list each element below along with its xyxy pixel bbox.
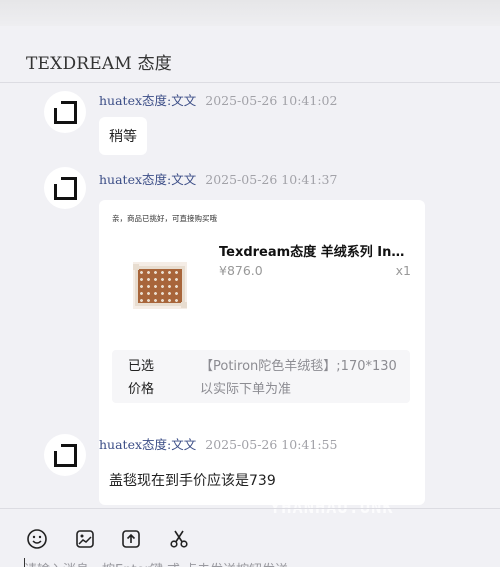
upload-button[interactable] bbox=[120, 528, 142, 550]
message-meta: huatex态度:文文 2025-05-26 10:41:55 bbox=[99, 434, 337, 453]
product-card[interactable]: 亲，商品已挑好，可直接购买哦 Texdream态度 羊绒系列 Ins... ¥8… bbox=[99, 200, 425, 505]
sender-name: huatex态度:文文 bbox=[99, 172, 197, 187]
spec-box: 已选 【Potiron陀色羊绒毯】;170*130 价格 以实际下单为准 bbox=[112, 350, 410, 403]
price-label: 价格 bbox=[128, 382, 155, 397]
message-list[interactable]: huatex态度:文文 2025-05-26 10:41:02 稍等 huatex… bbox=[0, 84, 500, 508]
spec-label: 已选 bbox=[128, 359, 155, 374]
chat-title: TEXDREAM 态度 bbox=[26, 54, 172, 74]
sender-name: huatex态度:文文 bbox=[99, 93, 197, 108]
product-quantity: x1 bbox=[395, 263, 411, 278]
image-icon bbox=[76, 530, 94, 548]
shop-logo-icon bbox=[53, 100, 77, 124]
window-top-strip bbox=[0, 0, 500, 26]
avatar[interactable] bbox=[44, 91, 86, 133]
sender-name: huatex态度:文文 bbox=[99, 437, 197, 452]
card-hint: 亲，商品已挑好，可直接购买哦 bbox=[112, 214, 217, 223]
emoji-button[interactable] bbox=[26, 528, 48, 550]
shop-logo-icon bbox=[53, 176, 77, 200]
message-time: 2025-05-26 10:41:55 bbox=[205, 437, 338, 452]
upload-icon bbox=[122, 530, 140, 548]
product-image[interactable] bbox=[133, 262, 187, 309]
message-bubble: 盖毯现在到手价应该是739 bbox=[99, 461, 286, 499]
spec-value: 【Potiron陀色羊绒毯】;170*130 bbox=[200, 359, 397, 374]
product-price: ¥876.0 bbox=[219, 263, 263, 278]
emoji-icon bbox=[27, 529, 47, 549]
message-input[interactable]: 请输入消息，按Enter键 或 点击发送按钮发送 bbox=[24, 559, 288, 567]
price-note: 以实际下单为准 bbox=[200, 382, 292, 397]
shop-logo-icon bbox=[53, 443, 77, 467]
message-time: 2025-05-26 10:41:02 bbox=[205, 93, 338, 108]
avatar[interactable] bbox=[44, 434, 86, 476]
avatar[interactable] bbox=[44, 167, 86, 209]
image-button[interactable] bbox=[74, 528, 96, 550]
message-time: 2025-05-26 10:41:37 bbox=[205, 172, 338, 187]
chat-header: TEXDREAM 态度 bbox=[0, 26, 500, 83]
message-bubble: 稍等 bbox=[99, 117, 147, 155]
product-name[interactable]: Texdream态度 羊绒系列 Ins... bbox=[219, 241, 409, 260]
screenshot-button[interactable] bbox=[168, 528, 190, 550]
message-meta: huatex态度:文文 2025-05-26 10:41:02 bbox=[99, 90, 337, 109]
scissors-icon bbox=[170, 530, 188, 548]
message-meta: huatex态度:文文 2025-05-26 10:41:37 bbox=[99, 169, 337, 188]
rug-image-icon bbox=[133, 263, 187, 308]
